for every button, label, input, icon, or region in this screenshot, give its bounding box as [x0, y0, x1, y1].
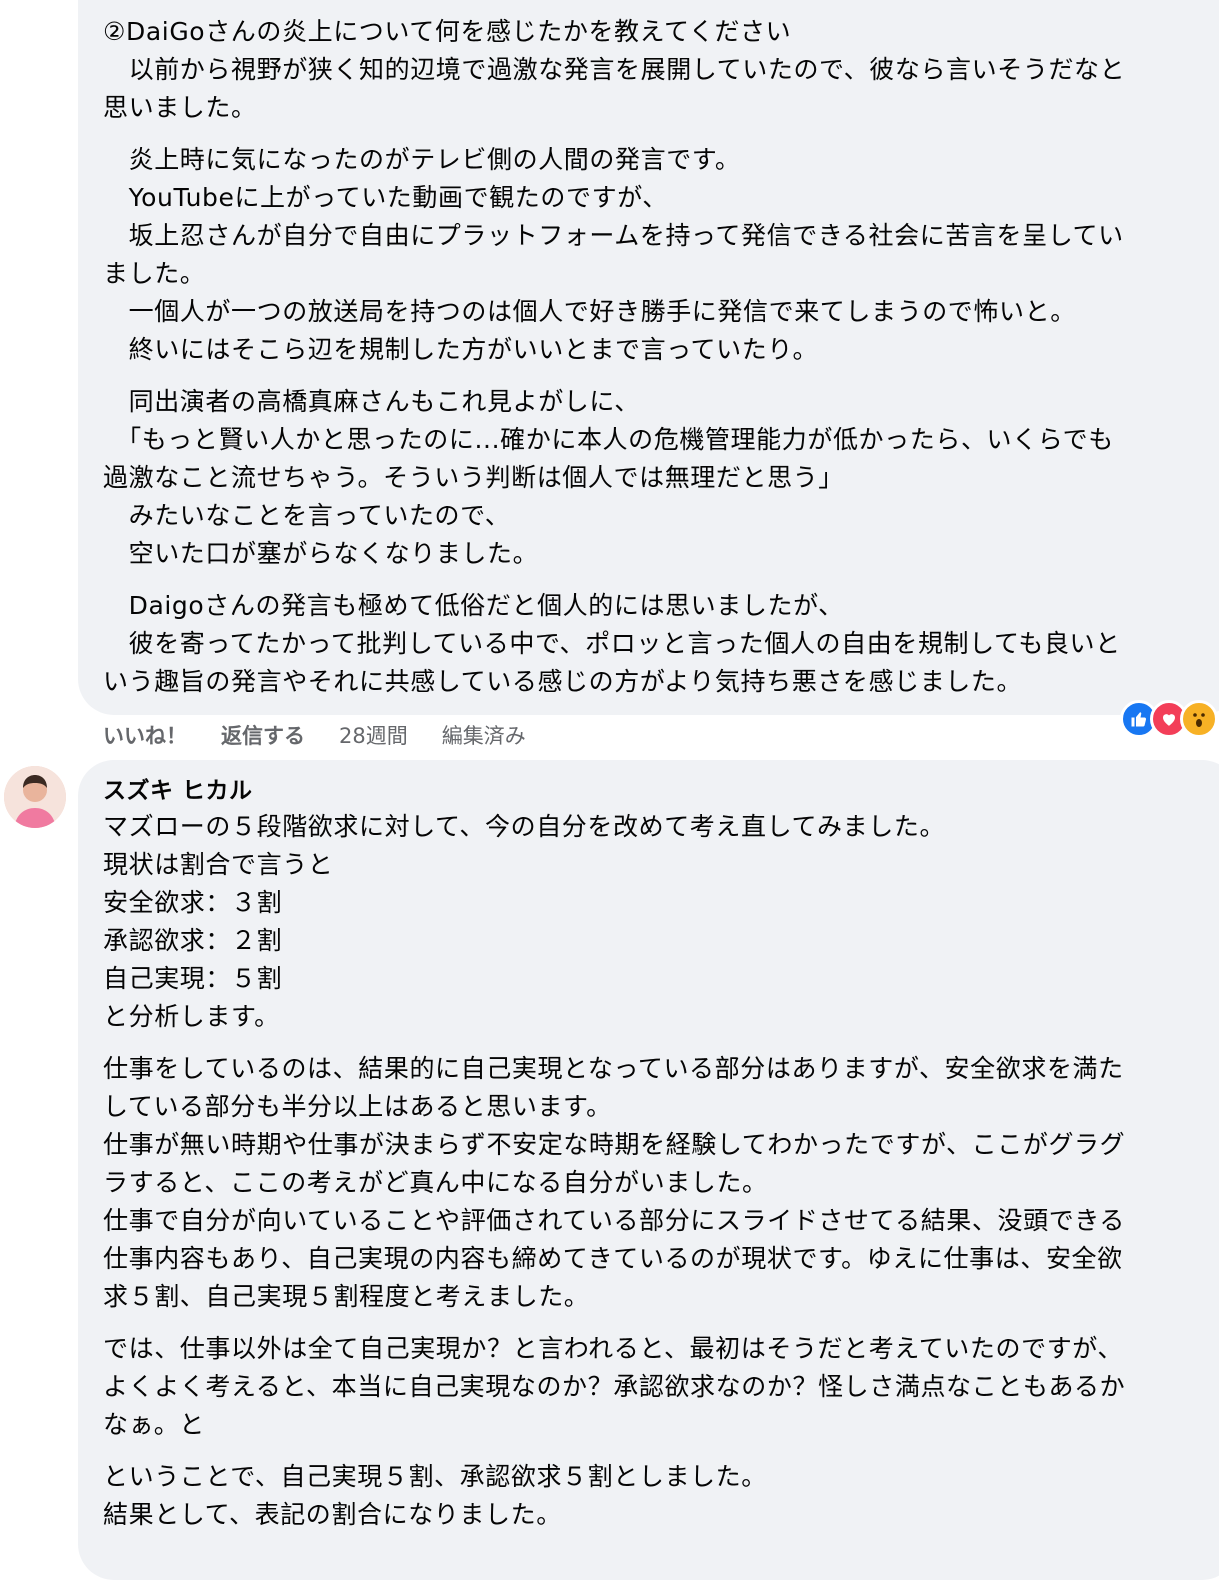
- comment-line: 現状は割合で言うと: [103, 850, 334, 879]
- comment-line: 以前から視野が狭く知的辺境で過激な発言を展開していたので、彼なら言いそうだなと: [103, 55, 1126, 84]
- comment-timestamp[interactable]: 28週間: [339, 720, 408, 750]
- comment-line: 終いにはそこら辺を規制した方がいいとまで言っていたり。: [103, 335, 819, 364]
- comment-author-name[interactable]: スズキ ヒカル: [103, 774, 1219, 808]
- comment-line: なぁ。と: [103, 1410, 205, 1439]
- comment-paragraph: 同出演者の高橋真麻さんもこれ見よがしに、 「もっと賢い人かと思ったのに...確か…: [103, 383, 1219, 573]
- comment-line: と分析します。: [103, 1002, 280, 1031]
- comment-line: みたいなことを言っていたので、: [103, 501, 511, 530]
- comment-line: 求５割、自己実現５割程度と考えました。: [103, 1282, 590, 1311]
- comment-line: している部分も半分以上はあると思います。: [103, 1092, 612, 1121]
- comment-line: Daigoさんの発言も極めて低俗だと個人的には思いましたが、: [103, 591, 844, 620]
- comment-line: 過激なこと流せちゃう。そういう判断は個人では無理だと思う」: [103, 463, 844, 492]
- comment-line: 結果として、表記の割合になりました。: [103, 1500, 562, 1529]
- comment-line: 承認欲求：２割: [103, 926, 283, 955]
- comment-line: 一個人が一つの放送局を持つのは個人で好き勝手に発信で来てしまうので怖いと。: [103, 297, 1076, 326]
- comment-line: ラすると、ここの考えがど真ん中になる自分がいました。: [103, 1168, 768, 1197]
- comment-paragraph: では、仕事以外は全て自己実現か？と言われると、最初はそうだと考えていたのですが、…: [103, 1330, 1219, 1444]
- comment-line: 仕事で自分が向いていることや評価されている部分にスライドさせてる結果、没頭できる: [103, 1206, 1126, 1235]
- comment-line: ②DaiGoさんの炎上について何を感じたかを教えてください: [103, 17, 792, 46]
- comment-line: 坂上忍さんが自分で自由にプラットフォームを持って発信できる社会に苦言を呈してい: [103, 221, 1124, 250]
- comment-line: 彼を寄ってたかって批判している中で、ポロッと言った個人の自由を規制しても良いと: [103, 629, 1121, 658]
- comment-paragraph: マズローの５段階欲求に対して、今の自分を改めて考え直してみました。 現状は割合で…: [103, 808, 1219, 1036]
- edited-label: 編集済み: [441, 724, 526, 748]
- comment-line: 「もっと賢い人かと思ったのに...確かに本人の危機管理能力が低かったら、いくらで…: [103, 425, 1114, 454]
- comment-line: 空いた口が塞がらなくなりました。: [103, 539, 539, 568]
- comment-line: 仕事内容もあり、自己実現の内容も締めてきているのが現状です。ゆえに仕事は、安全欲: [103, 1244, 1123, 1273]
- reply-button[interactable]: 返信する: [221, 720, 305, 750]
- comment-line: 思いました。: [103, 93, 257, 122]
- wow-reaction-icon: [1180, 700, 1218, 738]
- comment-line: マズローの５段階欲求に対して、今の自分を改めて考え直してみました。: [103, 812, 946, 841]
- comment-line: ということで、自己実現５割、承認欲求５割としました。: [103, 1462, 767, 1491]
- comment-line: ました。: [103, 259, 206, 288]
- comment-line: 仕事をしているのは、結果的に自己実現となっている部分はありますが、安全欲求を満た: [103, 1054, 1124, 1083]
- comment-line: よくよく考えると、本当に自己実現なのか？承認欲求なのか？怪しさ満点なこともあるか: [103, 1372, 1126, 1401]
- comment-actions: いいね！ 返信する 28週間 編集済み: [103, 718, 560, 752]
- comment-bubble: スズキ ヒカル マズローの５段階欲求に対して、今の自分を改めて考え直してみました…: [78, 760, 1219, 1580]
- comment-line: 炎上時に気になったのがテレビ側の人間の発言です。: [103, 145, 741, 174]
- reaction-summary[interactable]: [1120, 700, 1219, 738]
- comment-line: YouTubeに上がっていた動画で観たのですが、: [103, 183, 668, 212]
- comment-paragraph: 仕事をしているのは、結果的に自己実現となっている部分はありますが、安全欲求を満た…: [103, 1050, 1219, 1316]
- avatar[interactable]: [4, 766, 66, 828]
- comment-line: いう趣旨の発言やそれに共感している感じの方がより気持ち悪さを感じました。: [103, 667, 1023, 696]
- comment-paragraph: ということで、自己実現５割、承認欲求５割としました。 結果として、表記の割合にな…: [103, 1458, 1219, 1534]
- comment-line: 安全欲求：３割: [103, 888, 283, 917]
- comment-line: 同出演者の高橋真麻さんもこれ見よがしに、: [103, 387, 640, 416]
- comment-line: 仕事が無い時期や仕事が決まらず不安定な時期を経験してわかったですが、ここがグラグ: [103, 1130, 1126, 1159]
- comment-paragraph: Daigoさんの発言も極めて低俗だと個人的には思いましたが、 彼を寄ってたかって…: [103, 587, 1219, 701]
- like-button[interactable]: いいね！: [103, 720, 187, 750]
- comment-line: では、仕事以外は全て自己実現か？と言われると、最初はそうだと考えていたのですが、: [103, 1334, 1124, 1363]
- comment-paragraph: ②DaiGoさんの炎上について何を感じたかを教えてください 以前から視野が狭く知…: [103, 13, 1219, 127]
- comment-line: 自己実現：５割: [103, 964, 283, 993]
- comment-bubble: ②DaiGoさんの炎上について何を感じたかを教えてください 以前から視野が狭く知…: [78, 0, 1219, 715]
- comment-paragraph: 炎上時に気になったのがテレビ側の人間の発言です。 YouTubeに上がっていた動…: [103, 141, 1219, 369]
